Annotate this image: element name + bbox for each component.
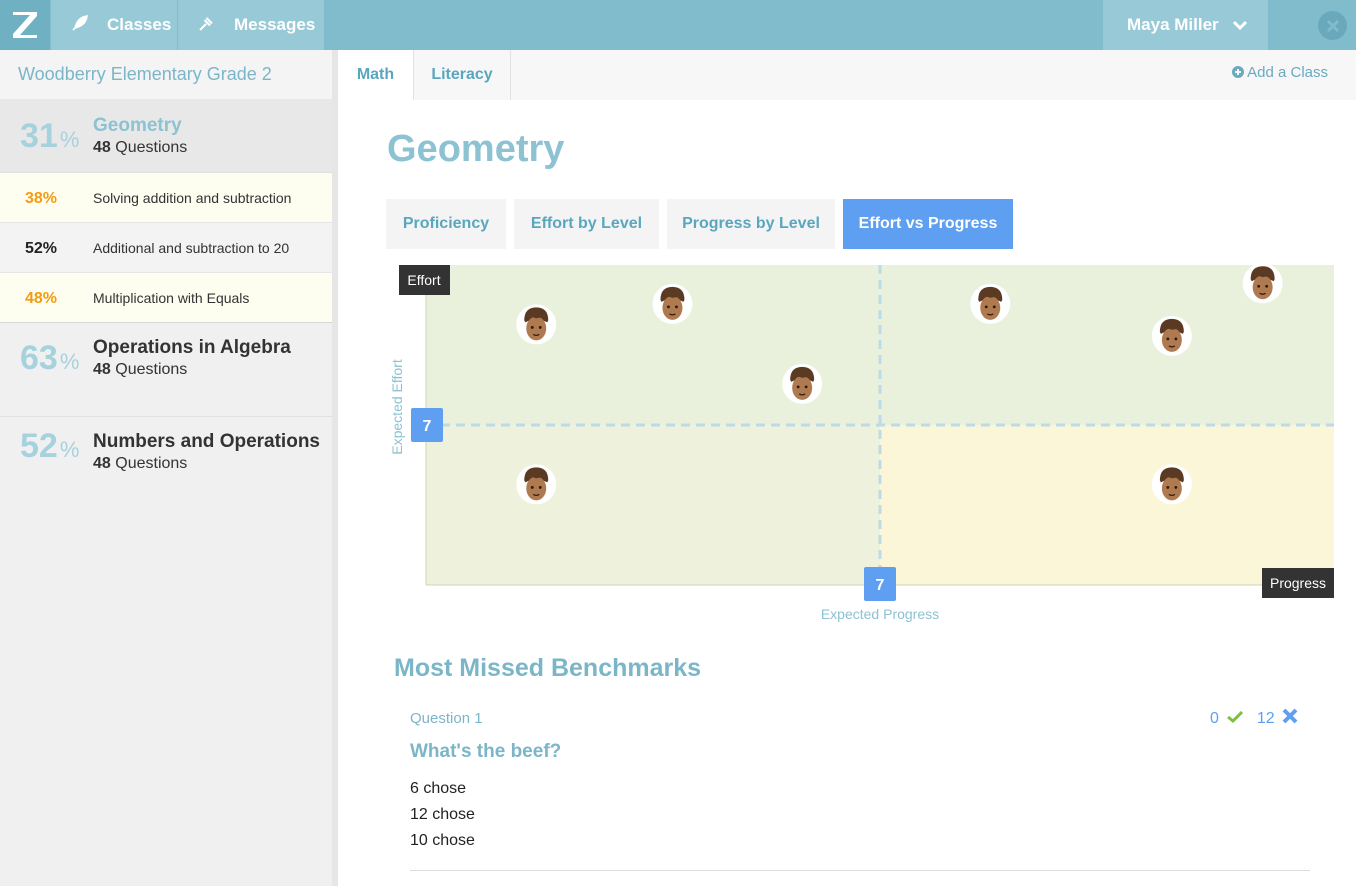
category-question-count: 48 Questions xyxy=(93,139,188,156)
student-point xyxy=(1242,263,1283,304)
divider xyxy=(410,870,1310,871)
tab-math[interactable]: Math xyxy=(338,50,414,100)
tab-literacy[interactable]: Literacy xyxy=(414,50,511,100)
sidebar-category-geometry[interactable]: 31% Geometry 48 Questions xyxy=(0,99,332,173)
app-logo[interactable] xyxy=(0,0,50,50)
expected-progress-label: Expected Progress xyxy=(821,606,939,622)
nav-messages-tab[interactable]: Messages xyxy=(178,0,324,50)
svg-text:7: 7 xyxy=(876,577,885,594)
student-point xyxy=(516,464,557,505)
subitem-percent: 52% xyxy=(25,240,58,257)
answer-choice: 10 chose xyxy=(410,832,475,849)
nav-messages-label: Messages xyxy=(234,15,316,34)
quadrant-low-effort-low-progress xyxy=(426,425,880,585)
sidebar-category-numbers[interactable]: 52% Numbers and Operations 48 Questions xyxy=(0,417,332,511)
wrong-count: 12 xyxy=(1256,709,1275,727)
quadrant-low-effort-high-progress xyxy=(880,425,1334,585)
svg-text:Progress: Progress xyxy=(1270,575,1326,591)
question-score: 0 12 xyxy=(1210,707,1299,730)
student-point xyxy=(516,304,557,345)
category-percent: 63% xyxy=(20,339,80,377)
subitem-label: Additional and subtraction to 20 xyxy=(93,240,290,256)
top-nav-bar: Classes Messages Maya Miller xyxy=(0,0,1356,50)
svg-text:Effort: Effort xyxy=(407,272,440,288)
question-number: Question 1 xyxy=(410,710,483,727)
tab-progress-by-level[interactable]: Progress by Level xyxy=(667,199,835,249)
subitem-label: Solving addition and subtraction xyxy=(93,190,292,206)
nav-classes-label: Classes xyxy=(107,15,172,34)
y-axis-label: Effort xyxy=(399,265,450,295)
category-name: Operations in Algebra xyxy=(93,337,291,358)
student-point xyxy=(1151,315,1192,356)
category-name: Numbers and Operations xyxy=(93,431,320,452)
expected-effort-label: Expected Effort xyxy=(389,359,405,455)
plot-background xyxy=(425,265,1334,586)
feather-icon xyxy=(71,14,93,37)
x-axis-label: Progress xyxy=(1262,568,1334,598)
user-menu[interactable]: Maya Miller xyxy=(1103,0,1268,50)
student-point xyxy=(652,283,693,324)
sidebar-category-algebra[interactable]: 63% Operations in Algebra 48 Questions xyxy=(0,323,332,417)
close-button[interactable] xyxy=(1318,11,1347,40)
nav-classes-tab[interactable]: Classes xyxy=(51,0,177,50)
answer-choice: 6 chose xyxy=(410,780,467,797)
add-class-label: Add a Class xyxy=(1247,64,1328,81)
category-question-count: 48 Questions xyxy=(93,455,188,472)
subitem-label: Multiplication with Equals xyxy=(93,290,250,306)
sidebar-subitem[interactable]: 38% Solving addition and subtraction xyxy=(0,173,332,223)
expected-effort-marker: 7 xyxy=(411,408,443,442)
check-icon xyxy=(1226,710,1243,728)
subitem-percent: 48% xyxy=(25,290,58,307)
effort-vs-progress-chart: 7 7 Effort Progress Expected Effort Expected … xyxy=(389,263,1334,622)
svg-text:7: 7 xyxy=(423,418,432,435)
close-icon xyxy=(1326,19,1339,32)
subitem-percent: 38% xyxy=(25,190,58,207)
x-icon xyxy=(1281,707,1299,730)
logo-z-icon xyxy=(13,12,37,38)
benchmarks-title: Most Missed Benchmarks xyxy=(394,654,702,682)
student-point xyxy=(782,363,823,404)
pin-icon xyxy=(198,14,220,37)
school-name: Woodberry Elementary Grade 2 xyxy=(0,50,332,99)
plus-circle-icon xyxy=(1231,64,1247,81)
category-question-count: 48 Questions xyxy=(93,361,188,378)
student-point xyxy=(970,283,1011,324)
category-percent: 52% xyxy=(20,427,80,465)
sidebar: Woodberry Elementary Grade 2 31% Geometr… xyxy=(0,50,338,886)
class-tabs-bar: Math Literacy Add a Class xyxy=(338,50,1356,100)
page-title: Geometry xyxy=(387,128,565,170)
sidebar-subitem[interactable]: 52% Additional and subtraction to 20 xyxy=(0,223,332,273)
add-class-link[interactable]: Add a Class xyxy=(1231,64,1328,81)
answer-choice: 12 chose xyxy=(410,806,475,823)
sidebar-subitem[interactable]: 48% Multiplication with Equals xyxy=(0,273,332,323)
chevron-down-icon xyxy=(1232,15,1247,35)
expected-progress-marker: 7 xyxy=(864,567,896,601)
tab-effort-vs-progress[interactable]: Effort vs Progress xyxy=(843,199,1013,249)
tab-effort-by-level[interactable]: Effort by Level xyxy=(514,199,659,249)
tab-proficiency[interactable]: Proficiency xyxy=(386,199,506,249)
user-name: Maya Miller xyxy=(1127,15,1219,34)
correct-count: 0 xyxy=(1210,709,1219,727)
category-percent: 31% xyxy=(20,117,80,155)
student-point xyxy=(1151,464,1192,505)
question-title: What's the beef? xyxy=(410,741,562,762)
category-name: Geometry xyxy=(93,115,182,136)
